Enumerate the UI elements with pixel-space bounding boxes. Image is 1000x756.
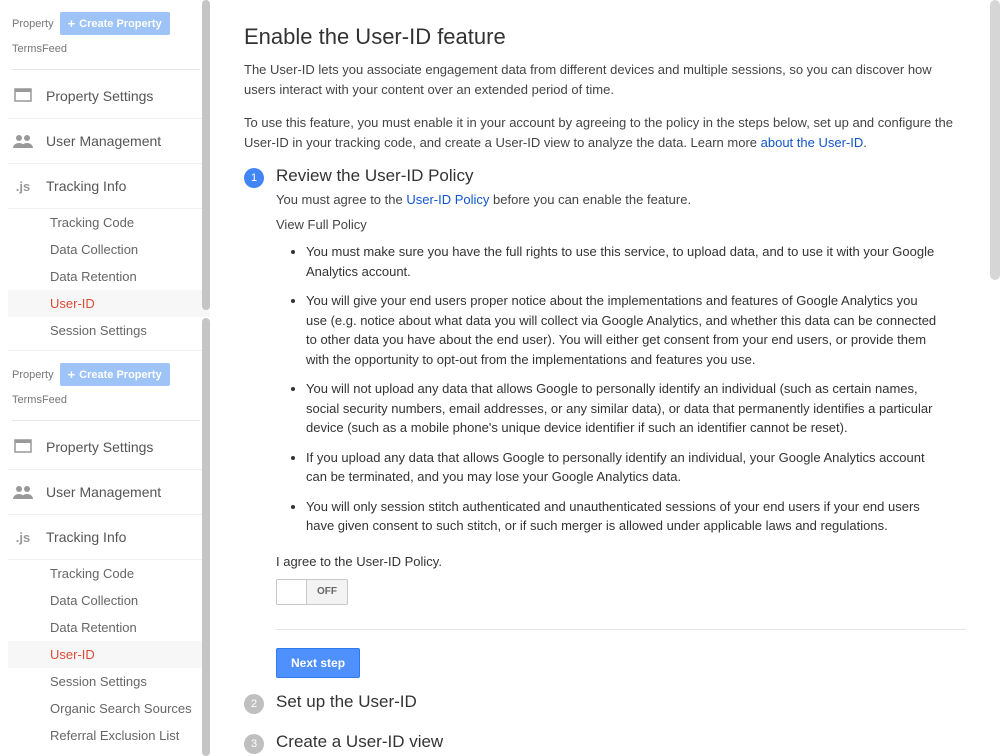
toggle-knob bbox=[277, 580, 307, 604]
policy-bullet: You will give your end users proper noti… bbox=[306, 291, 966, 369]
page-lead: To use this feature, you must enable it … bbox=[244, 113, 966, 152]
sidebar-sub-user-id[interactable]: User-ID bbox=[8, 290, 210, 317]
step-number-3: 3 bbox=[244, 734, 264, 754]
sidebar-item-tracking-info-2[interactable]: .js Tracking Info bbox=[8, 515, 210, 560]
step-3: 3 Create a User-ID view bbox=[244, 732, 966, 756]
policy-bullet: You will not upload any data that allows… bbox=[306, 379, 966, 438]
toggle-label: OFF bbox=[307, 580, 347, 604]
main-content: Enable the User-ID feature The User-ID l… bbox=[210, 0, 1000, 756]
step-divider bbox=[276, 629, 966, 630]
property-settings-icon bbox=[12, 437, 34, 457]
sidebar-sub-tracking-code-2[interactable]: Tracking Code bbox=[8, 560, 210, 587]
page-title: Enable the User-ID feature bbox=[244, 24, 966, 50]
policy-bullet: If you upload any data that allows Googl… bbox=[306, 448, 966, 487]
plus-icon: + bbox=[68, 17, 76, 30]
divider bbox=[12, 69, 200, 70]
step-3-title: Create a User-ID view bbox=[276, 732, 966, 752]
step-number-2: 2 bbox=[244, 694, 264, 714]
step-1: 1 Review the User-ID Policy You must agr… bbox=[244, 166, 966, 678]
sidebar-sub-data-collection-2[interactable]: Data Collection bbox=[8, 587, 210, 614]
create-property-button-2[interactable]: + Create Property bbox=[60, 363, 170, 386]
step-2: 2 Set up the User-ID bbox=[244, 692, 966, 718]
sidebar: Property + Create Property TermsFeed Pro… bbox=[0, 0, 210, 756]
policy-bullet: You will only session stitch authenticat… bbox=[306, 497, 966, 536]
sidebar-sub-data-collection[interactable]: Data Collection bbox=[8, 236, 210, 263]
next-step-button[interactable]: Next step bbox=[276, 648, 360, 678]
nav-label: Property Settings bbox=[46, 88, 153, 104]
nav-label: Tracking Info bbox=[46, 178, 126, 194]
policy-list: You must make sure you have the full rig… bbox=[276, 242, 966, 536]
page-description: The User-ID lets you associate engagemen… bbox=[244, 60, 966, 99]
sidebar-sub-data-retention[interactable]: Data Retention bbox=[8, 263, 210, 290]
nav-label: Tracking Info bbox=[46, 529, 126, 545]
create-property-label: Create Property bbox=[79, 18, 162, 30]
users-icon bbox=[12, 131, 34, 151]
divider bbox=[12, 420, 200, 421]
js-icon: .js bbox=[12, 176, 34, 196]
sidebar-sub-data-retention-2[interactable]: Data Retention bbox=[8, 614, 210, 641]
step-1-title: Review the User-ID Policy bbox=[276, 166, 966, 186]
sidebar-item-property-settings-2[interactable]: Property Settings bbox=[8, 425, 210, 470]
sidebar-item-tracking-info[interactable]: .js Tracking Info bbox=[8, 164, 210, 209]
plus-icon: + bbox=[68, 368, 76, 381]
sidebar-sub-organic-search[interactable]: Organic Search Sources bbox=[8, 695, 210, 722]
sidebar-sub-tracking-code[interactable]: Tracking Code bbox=[8, 209, 210, 236]
step-2-title: Set up the User-ID bbox=[276, 692, 966, 712]
sidebar-item-user-management-2[interactable]: User Management bbox=[8, 470, 210, 515]
property-label-2: Property bbox=[12, 369, 54, 381]
sidebar-sub-session-settings[interactable]: Session Settings bbox=[8, 317, 210, 344]
step-1-subtitle: You must agree to the User-ID Policy bef… bbox=[276, 192, 966, 207]
nav-label: User Management bbox=[46, 133, 161, 149]
account-name-2: TermsFeed bbox=[8, 390, 210, 416]
property-settings-icon bbox=[12, 86, 34, 106]
sidebar-sub-session-settings-2[interactable]: Session Settings bbox=[8, 668, 210, 695]
create-property-label-2: Create Property bbox=[79, 369, 162, 381]
content-scrollbar[interactable] bbox=[990, 0, 1000, 756]
create-property-button[interactable]: + Create Property bbox=[60, 12, 170, 35]
nav-label: Property Settings bbox=[46, 439, 153, 455]
user-id-policy-link[interactable]: User-ID Policy bbox=[406, 192, 489, 207]
account-name: TermsFeed bbox=[8, 39, 210, 65]
nav-label: User Management bbox=[46, 484, 161, 500]
sidebar-item-user-management[interactable]: User Management bbox=[8, 119, 210, 164]
agree-text: I agree to the User-ID Policy. bbox=[276, 554, 966, 569]
about-user-id-link[interactable]: about the User-ID bbox=[761, 135, 864, 150]
sidebar-sub-referral-exclusion[interactable]: Referral Exclusion List bbox=[8, 722, 210, 749]
step-number-1: 1 bbox=[244, 168, 264, 188]
users-icon bbox=[12, 482, 34, 502]
js-icon: .js bbox=[12, 527, 34, 547]
sidebar-scrollbar[interactable] bbox=[202, 0, 210, 756]
view-full-policy[interactable]: View Full Policy bbox=[276, 217, 966, 232]
sidebar-sub-search-term-exclusion[interactable]: Search Term Exclusion List bbox=[8, 749, 210, 756]
sidebar-sub-user-id-2[interactable]: User-ID bbox=[8, 641, 210, 668]
property-label: Property bbox=[12, 18, 54, 30]
sidebar-item-property-settings[interactable]: Property Settings bbox=[8, 74, 210, 119]
agree-toggle[interactable]: OFF bbox=[276, 579, 348, 605]
policy-bullet: You must make sure you have the full rig… bbox=[306, 242, 966, 281]
